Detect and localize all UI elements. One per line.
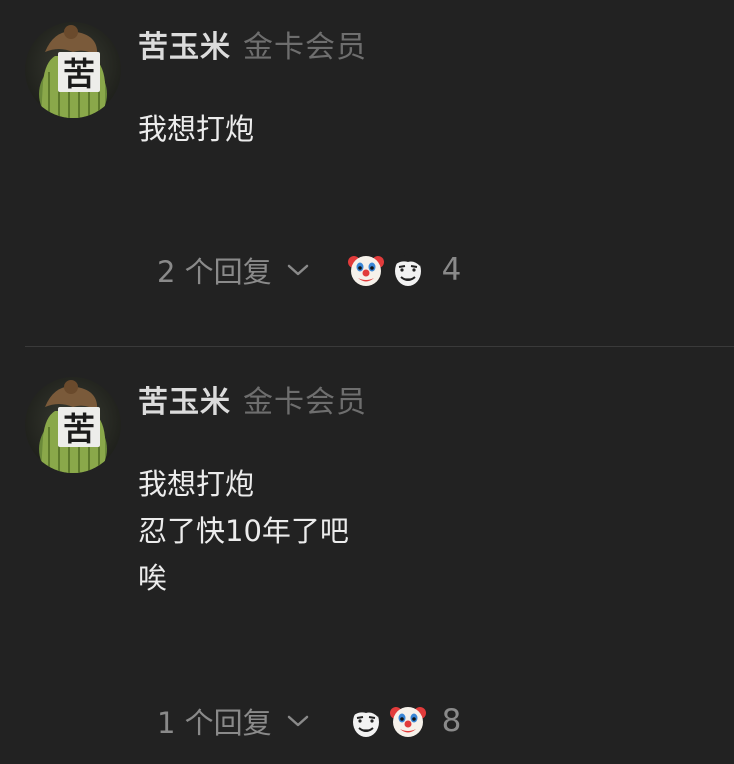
troll-face-emoji-icon (394, 254, 421, 286)
comment-line: 唉 (138, 561, 168, 595)
svg-text:苦: 苦 (63, 55, 95, 93)
svg-text:苦: 苦 (63, 410, 95, 448)
comment-text: 我想打炮 (138, 106, 254, 153)
bitter-corn-avatar-icon: 苦 (25, 377, 121, 473)
comment-item: 苦 苦玉米 金卡会员 我想打炮 忍了快10年了吧 唉 1 个回复 8 (0, 347, 734, 764)
membership-badge: 金卡会员 (243, 30, 367, 65)
comment-line: 忍了快10年了吧 (138, 514, 349, 548)
username[interactable]: 苦玉米 (138, 22, 231, 66)
reaction-count: 8 (441, 703, 462, 739)
troll-face-emoji-icon (352, 705, 379, 737)
reactions[interactable] (348, 703, 426, 739)
replies-toggle[interactable]: 1 个回复 (157, 700, 310, 742)
comment-footer: 1 个回复 8 (157, 701, 461, 741)
replies-toggle[interactable]: 2 个回复 (157, 249, 310, 291)
comment-header: 苦玉米 金卡会员 (138, 22, 367, 65)
comment-header: 苦玉米 金卡会员 (138, 377, 367, 420)
comment-line: 我想打炮 (138, 112, 255, 146)
clown-face-emoji-icon (347, 256, 384, 286)
reactions[interactable] (347, 252, 426, 288)
comment-item: 苦 苦玉米 金卡会员 我想打炮 2 个回复 4 (0, 0, 734, 346)
chevron-down-icon (287, 715, 308, 727)
avatar[interactable]: 苦 (25, 22, 121, 118)
bitter-corn-avatar-icon: 苦 (25, 22, 121, 118)
avatar[interactable]: 苦 (25, 377, 121, 473)
reaction-count: 4 (441, 252, 462, 288)
membership-badge: 金卡会员 (243, 385, 367, 420)
replies-label: 2 个回复 (157, 255, 272, 289)
comment-line: 我想打炮 (138, 467, 255, 501)
comment-text: 我想打炮 忍了快10年了吧 唉 (138, 461, 349, 602)
comment-footer: 2 个回复 4 (157, 250, 461, 290)
replies-label: 1 个回复 (157, 706, 272, 740)
username[interactable]: 苦玉米 (138, 377, 231, 421)
clown-face-emoji-icon (389, 707, 426, 737)
chevron-down-icon (287, 264, 308, 276)
